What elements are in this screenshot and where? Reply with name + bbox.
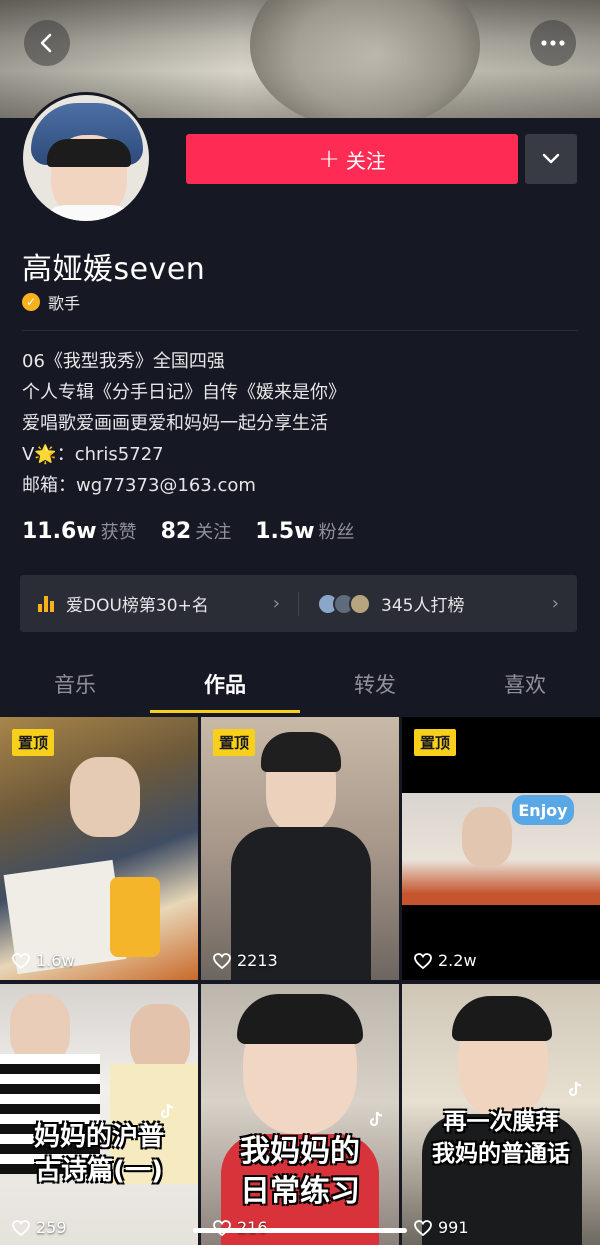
bio-line: 爱唱歌爱画画更爱和妈妈一起分享生活 — [22, 413, 328, 434]
verify-label: 歌手 — [48, 294, 81, 313]
bar-chart-icon — [38, 595, 56, 612]
caption-line-1: 我妈妈的 — [240, 1134, 360, 1169]
more-button[interactable] — [530, 20, 576, 66]
like-count: 1.6w — [12, 951, 75, 970]
avatar[interactable] — [20, 92, 152, 224]
video-thumbnail[interactable]: 再一次膜拜 我妈的普通话 991 — [402, 984, 600, 1245]
video-thumbnail[interactable]: 置顶 1.6w — [0, 717, 198, 980]
video-caption: 再一次膜拜 我妈的普通话 — [410, 1106, 592, 1170]
bio-line: 06《我型我秀》全国四强 — [22, 351, 225, 372]
heart-icon — [12, 1219, 30, 1236]
like-count: 991 — [414, 1218, 469, 1237]
plus-icon: + — [318, 144, 340, 174]
bio-line: 邮箱：wg77373@163.com — [22, 475, 256, 496]
tab-works[interactable]: 作品 — [150, 655, 300, 713]
chevron-right-icon: › — [551, 593, 559, 614]
content-tabs: 音乐 作品 转发 喜欢 — [0, 655, 600, 713]
supporters-text: 345人打榜 — [381, 596, 465, 616]
enjoy-sticker: Enjoy — [512, 795, 574, 825]
stats: 11.6w 获赞 82 关注 1.5w 粉丝 — [22, 518, 379, 544]
video-grid: 置顶 1.6w 置顶 2213 Enjoy 置顶 2.2w 妈妈的沪普 古诗篇(… — [0, 717, 600, 1245]
pinned-badge: 置顶 — [12, 729, 55, 756]
video-thumbnail[interactable]: Enjoy 置顶 2.2w — [402, 717, 600, 980]
caption-line-2: 日常练习 — [240, 1174, 360, 1209]
home-indicator[interactable] — [193, 1228, 407, 1233]
back-button[interactable] — [24, 20, 70, 66]
rank-bar: 爱DOU榜第30+名 › 345人打榜 › — [20, 575, 577, 632]
stat-following[interactable]: 82 关注 — [161, 518, 232, 544]
video-thumbnail[interactable]: 我妈妈的 日常练习 216 — [201, 984, 399, 1245]
tab-likes[interactable]: 喜欢 — [450, 655, 600, 713]
follow-label: 关注 — [345, 148, 386, 173]
follow-button[interactable]: + 关注 — [186, 134, 518, 184]
video-thumbnail[interactable]: 置顶 2213 — [201, 717, 399, 980]
like-count: 2213 — [213, 951, 278, 970]
supporter-avatars — [317, 592, 371, 615]
verification: ✓ 歌手 — [22, 290, 80, 314]
verified-icon: ✓ — [22, 293, 40, 311]
caption-line-2: 古诗篇(一) — [35, 1156, 163, 1186]
bio-line: 个人专辑《分手日记》自传《媛来是你》 — [22, 382, 346, 403]
tiktok-icon — [369, 1111, 383, 1127]
pinned-badge: 置顶 — [414, 729, 457, 756]
video-thumbnail[interactable]: 妈妈的沪普 古诗篇(一) 259 — [0, 984, 198, 1245]
supporters-link[interactable]: 345人打榜 › — [299, 575, 577, 632]
video-caption: 妈妈的沪普 古诗篇(一) — [8, 1120, 190, 1188]
rank-text: 爱DOU榜第30+名 — [66, 596, 209, 616]
tab-music[interactable]: 音乐 — [0, 655, 150, 713]
stat-followers[interactable]: 1.5w 粉丝 — [255, 518, 354, 544]
caption-line-1: 再一次膜拜 — [443, 1109, 559, 1135]
video-caption: 我妈妈的 日常练习 — [209, 1132, 391, 1212]
caption-line-1: 妈妈的沪普 — [33, 1122, 164, 1152]
bio: 06《我型我秀》全国四强 个人专辑《分手日记》自传《媛来是你》 爱唱歌爱画画更爱… — [22, 346, 582, 501]
pinned-badge: 置顶 — [213, 729, 256, 756]
recommend-dropdown-button[interactable] — [525, 134, 577, 184]
chevron-down-icon — [542, 153, 560, 164]
tiktok-icon — [568, 1081, 582, 1097]
chevron-left-icon — [40, 33, 52, 53]
heart-icon — [12, 952, 30, 969]
more-icon — [541, 40, 565, 46]
tab-reposts[interactable]: 转发 — [300, 655, 450, 713]
profile-name: 高娅媛seven — [22, 252, 206, 287]
heart-icon — [213, 952, 231, 969]
bio-line: V🌟：chris5727 — [22, 444, 164, 465]
heart-icon — [414, 952, 432, 969]
divider — [22, 330, 578, 331]
stat-likes[interactable]: 11.6w 获赞 — [22, 518, 137, 544]
tiktok-icon — [160, 1103, 174, 1119]
heart-icon — [414, 1219, 432, 1236]
caption-line-2: 我妈的普通话 — [432, 1141, 570, 1167]
like-count: 259 — [12, 1218, 67, 1237]
dou-rank-link[interactable]: 爱DOU榜第30+名 › — [20, 575, 298, 632]
like-count: 2.2w — [414, 951, 477, 970]
chevron-right-icon: › — [272, 593, 280, 614]
